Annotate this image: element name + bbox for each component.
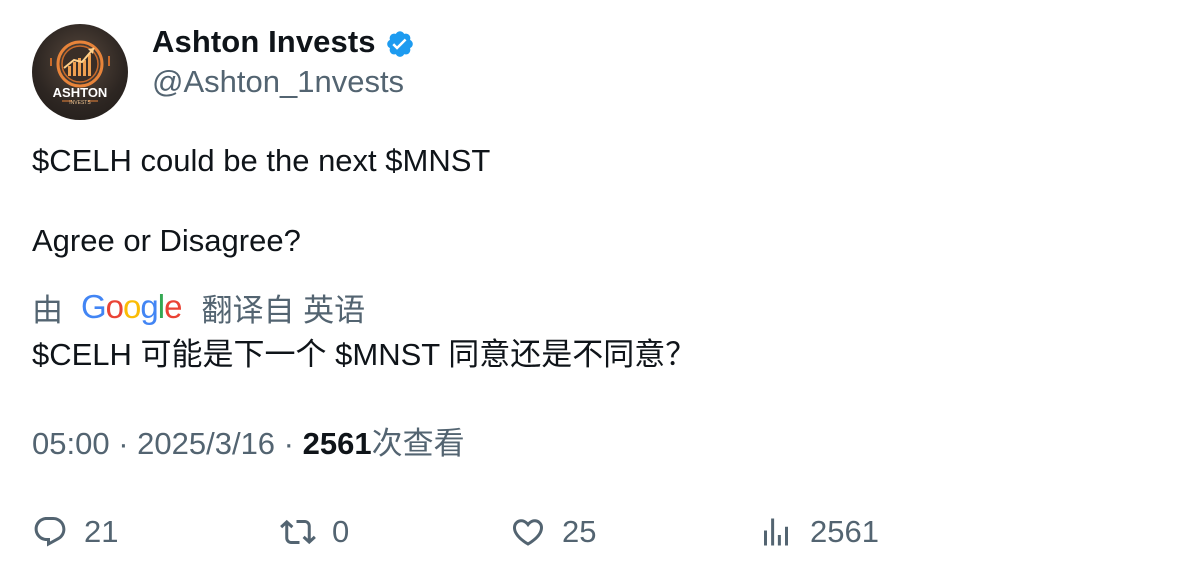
author-name-row: Ashton Invests (152, 22, 415, 62)
display-name[interactable]: Ashton Invests (152, 24, 376, 60)
views-label: 次查看 (371, 426, 465, 461)
tweet-text-line: Agree or Disagree? (32, 223, 301, 258)
avatar-text: ASHTON (53, 85, 108, 100)
reply-button[interactable]: 21 (32, 510, 118, 554)
verified-badge-icon[interactable] (385, 29, 415, 59)
like-button[interactable]: 25 (510, 510, 596, 554)
google-logo-icon: Google (81, 288, 182, 325)
author-handle[interactable]: @Ashton_1nvests (152, 62, 404, 102)
like-count: 25 (562, 514, 597, 549)
translation-attribution[interactable]: 由 Google 翻译自 英语 (32, 286, 365, 328)
views-count: 2561 (302, 426, 372, 461)
tweet-date[interactable]: 2025/3/16 (137, 426, 275, 461)
retweet-count: 0 (332, 514, 350, 549)
meta-separator: · (109, 426, 138, 461)
tweet-meta: 05:00 · 2025/3/16 · 2561次查看 (32, 424, 465, 464)
avatar[interactable]: ASHTON INVESTS (32, 24, 128, 120)
avatar-logo-icon: ASHTON INVESTS (50, 40, 110, 106)
reply-icon (34, 517, 66, 547)
translation-prefix: 由 (32, 292, 63, 328)
retweet-button[interactable]: 0 (280, 510, 349, 554)
tweet-text-line: $CELH could be the next $MNST (32, 143, 491, 178)
views-button[interactable]: 2561 (758, 510, 879, 554)
views-action-count: 2561 (810, 514, 879, 549)
heart-icon (512, 519, 544, 546)
avatar-subtext: INVESTS (69, 100, 91, 106)
translation-source-label: 翻译自 英语 (201, 292, 366, 328)
reply-count: 21 (84, 514, 119, 549)
tweet-time[interactable]: 05:00 (32, 426, 110, 461)
analytics-icon (764, 518, 788, 546)
meta-separator: · (275, 426, 303, 461)
translated-text: $CELH 可能是下一个 $MNST 同意还是不同意？ (32, 337, 697, 372)
retweet-icon (280, 519, 316, 545)
tweet-card: ASHTON INVESTS Ashton Invests @Ashton_1n… (0, 0, 1196, 578)
